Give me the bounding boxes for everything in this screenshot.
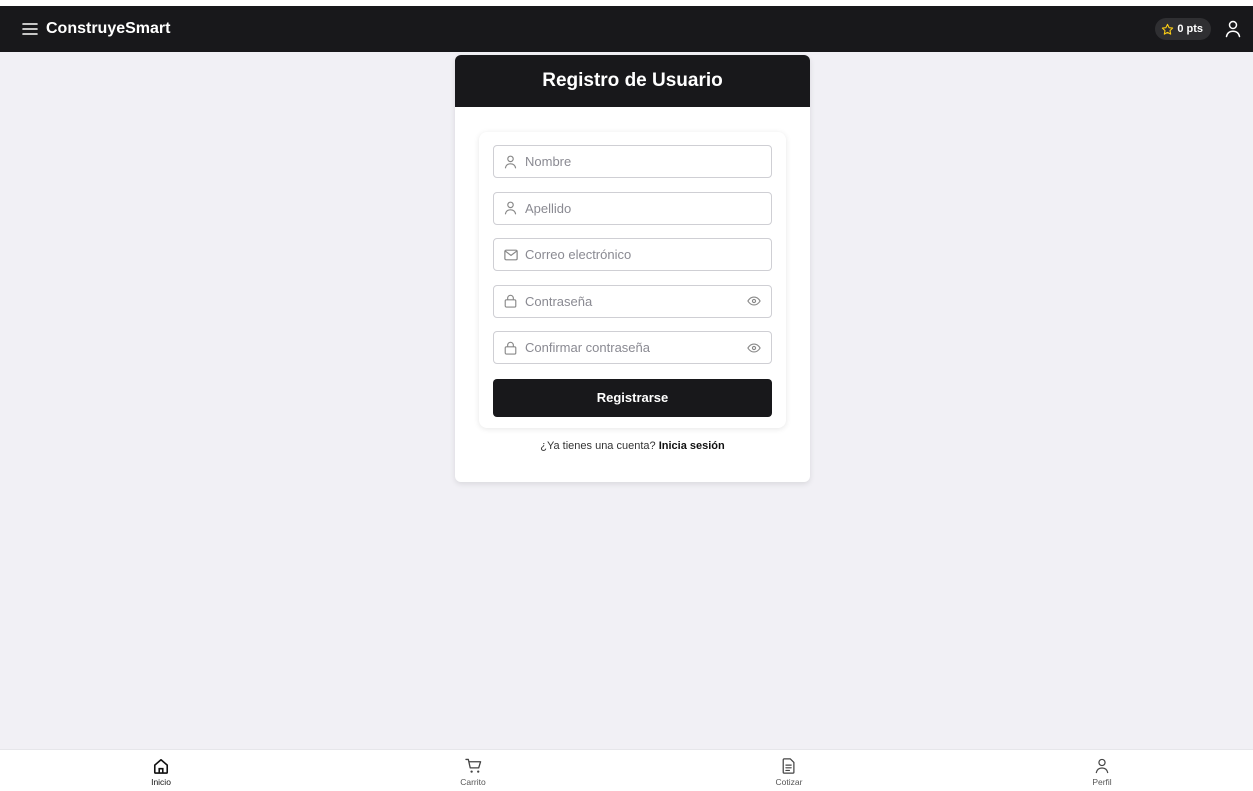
eye-icon	[747, 296, 761, 306]
points-badge[interactable]: 0 pts	[1155, 18, 1211, 40]
user-icon	[504, 201, 517, 215]
password-field	[493, 284, 772, 318]
nav-item-perfil[interactable]: Perfil	[1062, 758, 1142, 787]
mail-icon	[504, 249, 518, 260]
points-value: 0 pts	[1177, 23, 1203, 35]
hamburger-icon	[22, 23, 38, 35]
top-bar: ConstruyeSmart 0 pts	[0, 6, 1253, 52]
confirm-password-field	[493, 331, 772, 364]
register-title: Registro de Usuario	[455, 55, 810, 107]
eye-icon	[747, 342, 761, 353]
brand-title: ConstruyeSmart	[46, 20, 171, 37]
apellido-input[interactable]	[525, 200, 761, 216]
email-input[interactable]	[525, 247, 761, 262]
apellido-field	[493, 191, 772, 225]
document-icon	[782, 758, 795, 774]
lock-icon	[504, 294, 517, 308]
user-icon	[1225, 20, 1241, 38]
star-icon	[1162, 23, 1174, 35]
home-icon	[153, 758, 169, 774]
nav-label: Inicio	[151, 777, 171, 787]
bottom-navigation: Inicio Carrito Cotizar Perfil	[0, 749, 1253, 791]
main-content: Registro de Usuario Nombre Apellido Corr…	[0, 52, 1253, 749]
login-prompt-row: ¿Ya tienes una cuenta? Inicia sesión	[455, 440, 810, 452]
cart-icon	[464, 758, 481, 773]
lock-icon	[504, 341, 517, 355]
register-button[interactable]: Registrarse	[493, 378, 772, 417]
password-input[interactable]	[525, 293, 747, 309]
register-card: Registro de Usuario Nombre Apellido Corr…	[455, 55, 810, 482]
nombre-field	[493, 145, 772, 178]
toggle-password-visibility[interactable]	[747, 296, 761, 306]
nav-item-cotizar[interactable]: Cotizar	[749, 758, 829, 787]
user-icon	[504, 155, 517, 168]
menu-button[interactable]	[22, 22, 38, 36]
nav-label: Perfil	[1092, 777, 1112, 787]
user-icon	[1095, 758, 1109, 774]
nav-item-inicio[interactable]: Inicio	[121, 758, 201, 787]
login-link[interactable]: Inicia sesión	[659, 440, 725, 452]
login-prompt-text: ¿Ya tienes una cuenta?	[540, 440, 656, 452]
profile-button[interactable]	[1225, 20, 1241, 38]
nombre-input[interactable]	[525, 154, 761, 169]
nav-item-carrito[interactable]: Carrito	[433, 758, 513, 787]
register-form: Registrarse	[479, 132, 786, 428]
toggle-confirm-visibility[interactable]	[747, 342, 761, 353]
nav-label: Carrito	[460, 777, 486, 787]
email-field	[493, 238, 772, 271]
confirm-password-input[interactable]	[525, 340, 747, 355]
nav-label: Cotizar	[775, 777, 803, 787]
